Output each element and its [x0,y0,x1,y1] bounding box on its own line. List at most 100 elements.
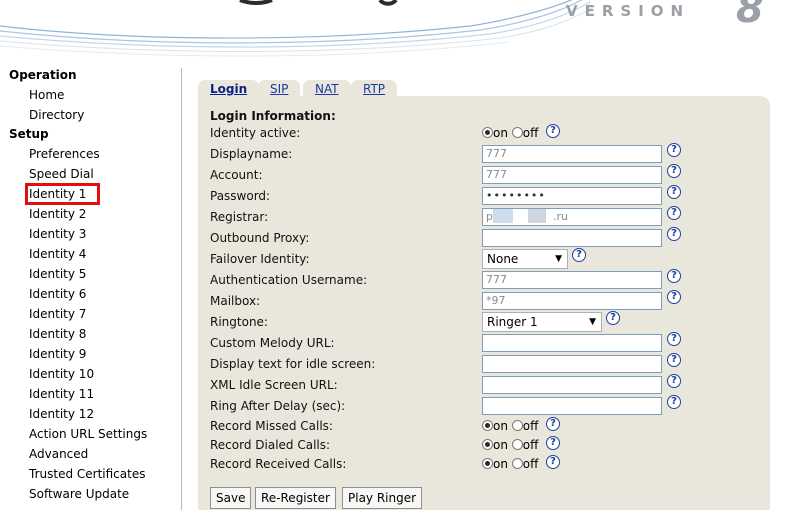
outbound-proxy-label: Outbound Proxy: [210,231,310,245]
failover-identity-value: None [487,252,519,266]
record-missed-on-radio[interactable] [482,420,493,431]
sidebar-item-home[interactable]: Home [29,88,64,102]
sidebar-item-trusted-certificates[interactable]: Trusted Certificates [29,467,145,481]
sidebar-section-setup: Setup [9,127,49,141]
play-ringer-button[interactable]: Play Ringer [342,487,423,509]
registrar-label: Registrar: [210,210,269,224]
radio-off-label: off [522,419,539,433]
record-dialed-off-radio[interactable] [511,439,523,450]
sidebar-item-advanced[interactable]: Advanced [29,447,88,461]
password-input[interactable]: •••••••• [482,187,662,205]
password-label: Password: [210,189,271,203]
redacted-block [493,209,513,223]
help-icon[interactable]: ? [546,417,560,431]
radio-off-label: off [522,438,539,452]
xml-idle-url-input[interactable] [482,376,662,394]
record-dialed-radio-group: on off [482,438,538,452]
sidebar-item-identity-2[interactable]: Identity 2 [29,207,86,221]
help-icon[interactable]: ? [667,395,681,409]
failover-identity-label: Failover Identity: [210,252,310,266]
identity-active-label: Identity active: [210,126,301,140]
tab-sip[interactable]: SIP [258,80,301,99]
account-label: Account: [210,168,263,182]
radio-off-label: off [522,126,539,140]
ring-after-delay-input[interactable] [482,397,662,415]
tab-nat[interactable]: NAT [303,80,351,99]
display-text-idle-input[interactable] [482,355,662,373]
record-missed-radio-group: on off [482,419,538,433]
sidebar-item-identity-10[interactable]: Identity 10 [29,367,94,381]
help-icon[interactable]: ? [667,269,681,283]
custom-melody-url-input[interactable] [482,334,662,352]
record-missed-off-radio[interactable] [511,420,523,431]
failover-identity-select[interactable]: None ▼ [482,249,568,269]
sidebar-item-action-url-settings[interactable]: Action URL Settings [29,427,147,441]
sidebar-item-identity-4[interactable]: Identity 4 [29,247,86,261]
sidebar-item-identity-3[interactable]: Identity 3 [29,227,86,241]
auth-username-input[interactable]: 777 [482,271,662,289]
redacted-block [528,209,546,223]
version-label: VERSION [566,2,691,20]
ring-after-delay-label: Ring After Delay (sec): [210,399,346,413]
tab-login[interactable]: Login [198,80,260,99]
record-missed-label: Record Missed Calls: [210,419,333,433]
sidebar-item-directory[interactable]: Directory [29,108,84,122]
help-icon[interactable]: ? [667,353,681,367]
mailbox-input[interactable]: *97 [482,292,662,310]
sidebar-item-identity-1[interactable]: Identity 1 [24,183,101,205]
help-icon[interactable]: ? [546,455,560,469]
help-icon[interactable]: ? [667,185,681,199]
record-received-off-radio[interactable] [511,458,523,469]
sidebar-item-identity-5[interactable]: Identity 5 [29,267,86,281]
tab-rtp[interactable]: RTP [351,80,398,99]
ringtone-value: Ringer 1 [487,315,538,329]
sidebar-item-software-update[interactable]: Software Update [29,487,129,501]
record-received-on-radio[interactable] [482,458,493,469]
displayname-input[interactable]: 777 [482,145,662,163]
xml-idle-url-label: XML Idle Screen URL: [210,378,338,392]
identity-active-off-radio[interactable] [511,127,523,138]
sidebar-item-speed-dial[interactable]: Speed Dial [29,167,94,181]
identity-active-on-radio[interactable] [482,127,493,138]
sidebar-item-identity-12[interactable]: Identity 12 [29,407,94,421]
ringtone-select[interactable]: Ringer 1 ▼ [482,312,602,332]
record-dialed-label: Record Dialed Calls: [210,438,331,452]
radio-on-label: on [493,419,508,433]
sidebar-item-identity-8[interactable]: Identity 8 [29,327,86,341]
sidebar-item-identity-11[interactable]: Identity 11 [29,387,94,401]
sidebar-nav: Operation Home Directory Setup Preferenc… [0,64,178,510]
displayname-label: Displayname: [210,147,293,161]
help-icon[interactable]: ? [572,248,586,262]
help-icon[interactable]: ? [667,143,681,157]
registrar-value-prefix: p [486,210,493,223]
outbound-proxy-input[interactable] [482,229,662,247]
sidebar-item-preferences[interactable]: Preferences [29,147,100,161]
radio-off-label: off [522,457,539,471]
sidebar-item-identity-7[interactable]: Identity 7 [29,307,86,321]
reregister-button[interactable]: Re-Register [255,487,336,509]
help-icon[interactable]: ? [667,374,681,388]
record-received-label: Record Received Calls: [210,457,347,471]
sidebar-item-identity-9[interactable]: Identity 9 [29,347,86,361]
help-icon[interactable]: ? [546,124,560,138]
radio-on-label: on [493,126,508,140]
help-icon[interactable]: ? [546,436,560,450]
help-icon[interactable]: ? [606,311,620,325]
record-received-radio-group: on off [482,457,538,471]
sidebar-item-identity-6[interactable]: Identity 6 [29,287,86,301]
mailbox-label: Mailbox: [210,294,261,308]
login-info-heading: Login Information: [210,109,336,123]
help-icon[interactable]: ? [667,164,681,178]
account-input[interactable]: 777 [482,166,662,184]
help-icon[interactable]: ? [667,332,681,346]
radio-on-label: on [493,438,508,452]
version-number: 8 [736,0,764,32]
save-button[interactable]: Save [210,487,252,509]
help-icon[interactable]: ? [667,290,681,304]
auth-username-label: Authentication Username: [210,273,368,287]
record-dialed-on-radio[interactable] [482,439,493,450]
help-icon[interactable]: ? [667,227,681,241]
custom-melody-url-label: Custom Melody URL: [210,336,335,350]
help-icon[interactable]: ? [667,206,681,220]
display-text-idle-label: Display text for idle screen: [210,357,376,371]
